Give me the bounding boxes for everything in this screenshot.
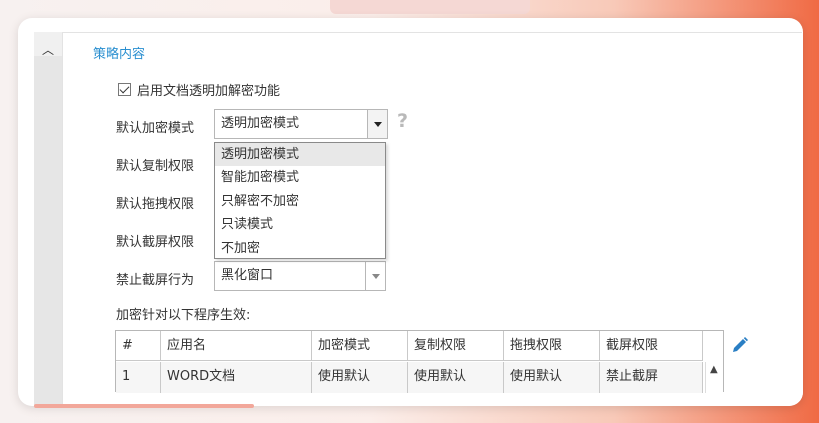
copy-perm-label: 默认复制权限 xyxy=(116,159,195,174)
column-header[interactable]: 拖拽权限 xyxy=(504,331,600,360)
column-header[interactable]: 截屏权限 xyxy=(600,331,703,360)
pencil-icon[interactable] xyxy=(731,336,749,354)
question-mark-icon[interactable]: ? xyxy=(397,110,408,132)
left-scrollbar[interactable]: ︿ xyxy=(34,32,62,406)
enable-encryption-checkbox[interactable] xyxy=(118,83,131,96)
chevron-up-icon[interactable]: ▲ xyxy=(710,364,718,375)
dropdown-option[interactable]: 只解密不加密 xyxy=(215,190,385,213)
column-header[interactable]: 复制权限 xyxy=(408,331,504,360)
table-row[interactable]: 1 WORD文档 使用默认 使用默认 使用默认 禁止截屏 xyxy=(116,362,703,393)
chevron-up-icon[interactable]: ︿ xyxy=(42,44,54,56)
table-cell: 禁止截屏 xyxy=(600,362,703,393)
encrypt-mode-value: 透明加密模式 xyxy=(221,116,300,131)
table-header: # 应用名 加密模式 复制权限 拖拽权限 截屏权限 xyxy=(116,331,703,361)
dropdown-option[interactable]: 智能加密模式 xyxy=(215,166,385,189)
background-strip xyxy=(330,0,530,14)
column-header[interactable]: 加密模式 xyxy=(312,331,408,360)
block-screenshot-select[interactable]: 黑化窗口 xyxy=(214,261,386,291)
table-cell: 使用默认 xyxy=(408,362,504,393)
table-cell: 使用默认 xyxy=(504,362,600,393)
table-cell: 1 xyxy=(116,362,161,393)
block-screenshot-value: 黑化窗口 xyxy=(221,268,274,283)
enable-encryption-label: 启用文档透明加解密功能 xyxy=(137,84,281,99)
column-header[interactable]: # xyxy=(116,331,161,360)
scrollbar-thumb[interactable] xyxy=(34,56,62,406)
program-table: # 应用名 加密模式 复制权限 拖拽权限 截屏权限 1 WORD文档 使用默认 … xyxy=(115,330,724,393)
encrypt-mode-label: 默认加密模式 xyxy=(116,121,195,136)
bottom-accent-line xyxy=(34,404,254,408)
enable-encryption-row[interactable]: 启用文档透明加解密功能 xyxy=(118,80,280,99)
block-screenshot-label: 禁止截屏行为 xyxy=(116,273,195,288)
drag-perm-label: 默认拖拽权限 xyxy=(116,197,195,212)
policy-card: ︿ 策略内容 启用文档透明加解密功能 默认加密模式 透明加密模式 ? 默认复制权… xyxy=(18,18,803,406)
encrypt-mode-dropdown: 透明加密模式 智能加密模式 只解密不加密 只读模式 不加密 xyxy=(214,142,386,259)
chevron-down-icon[interactable] xyxy=(365,262,385,290)
encrypt-mode-select[interactable]: 透明加密模式 xyxy=(214,109,388,139)
table-caption: 加密针对以下程序生效: xyxy=(116,308,251,323)
chevron-down-icon[interactable] xyxy=(367,110,387,138)
table-scrollbar[interactable]: ▲ xyxy=(705,362,723,393)
section-title: 策略内容 xyxy=(93,47,146,62)
dropdown-option[interactable]: 不加密 xyxy=(215,237,385,260)
table-cell: 使用默认 xyxy=(312,362,408,393)
table-cell: WORD文档 xyxy=(161,362,312,393)
column-header[interactable]: 应用名 xyxy=(161,331,312,360)
screenshot-perm-label: 默认截屏权限 xyxy=(116,235,195,250)
dropdown-option[interactable]: 透明加密模式 xyxy=(215,143,385,167)
dropdown-option[interactable]: 只读模式 xyxy=(215,213,385,236)
